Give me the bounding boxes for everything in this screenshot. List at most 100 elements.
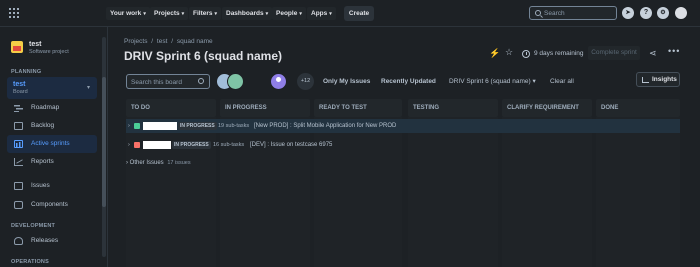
insights-label: Insights (652, 76, 677, 83)
nav-your-work[interactable]: Your work ▾ (106, 7, 150, 20)
bug-type-icon (134, 142, 140, 148)
releases-icon (14, 237, 23, 245)
board-search-input[interactable] (131, 77, 195, 87)
insights-chart-icon (642, 77, 649, 83)
nav-filters-label: Filters (193, 10, 213, 17)
sidebar-item-roadmap[interactable]: Roadmap (7, 99, 97, 117)
swimlane-row[interactable]: › IN PROGRESS 16 sub-tasks [DEV] : Issue… (126, 139, 680, 151)
sprint-select[interactable]: DRIV Sprint 6 (squad name) ▾ (445, 74, 540, 89)
nav-projects[interactable]: Projects ▾ (150, 7, 189, 20)
breadcrumb-project[interactable]: test (157, 38, 167, 45)
search-icon (535, 10, 541, 16)
column-header-done: DONE (596, 99, 680, 117)
breadcrumb-projects[interactable]: Projects (124, 38, 147, 45)
issue-summary: [DEV] : Issue on testcase 6975 (250, 142, 333, 148)
breadcrumb-board[interactable]: squad name (177, 38, 213, 45)
top-navigation: Your work ▾ Projects ▾ Filters ▾ Dashboards… (0, 0, 700, 27)
more-assignees-count[interactable]: +12 (297, 73, 314, 90)
recently-updated-filter[interactable]: Recently Updated (377, 74, 440, 89)
sprint-select-value: DRIV Sprint 6 (squad name) (449, 78, 531, 85)
user-avatar[interactable] (675, 7, 687, 19)
more-options-icon[interactable]: ••• (668, 46, 680, 56)
help-icon[interactable]: ? (640, 7, 652, 19)
assignee-avatar-3[interactable] (270, 73, 287, 90)
sidebar-scrollbar[interactable] (102, 37, 106, 257)
settings-gear-icon[interactable]: ⚙ (657, 7, 669, 19)
global-search[interactable] (529, 6, 617, 20)
chevron-right-icon[interactable]: › (128, 120, 130, 132)
board-selector[interactable]: test Board ▾ (7, 77, 97, 99)
board-subtitle: Board (13, 89, 28, 95)
backlog-icon (14, 122, 23, 130)
other-issues-count: 17 issues (167, 160, 191, 166)
complete-sprint-button[interactable]: Complete sprint (588, 46, 640, 60)
global-search-input[interactable] (544, 8, 614, 18)
chevron-right-icon[interactable]: › (128, 139, 130, 151)
notifications-rocket-icon[interactable]: ➤ (622, 7, 634, 19)
sidebar-item-releases[interactable]: Releases (7, 232, 97, 250)
search-icon (198, 78, 204, 84)
insights-button[interactable]: Insights (636, 72, 680, 87)
nav-apps-label: Apps (311, 10, 328, 17)
sidebar-item-reports[interactable]: Reports (7, 153, 97, 171)
chevron-down-icon: ▾ (299, 11, 302, 17)
star-icon[interactable]: ☆ (505, 47, 513, 58)
share-icon[interactable]: ⋖ (649, 48, 657, 59)
status-badge: IN PROGRESS (172, 141, 211, 149)
board-title: test (13, 81, 26, 88)
development-section-label: DEVELOPMENT (11, 223, 56, 229)
app-switcher-icon[interactable] (9, 8, 19, 18)
board-search[interactable] (126, 74, 210, 89)
column-header-todo: TO DO (126, 99, 216, 117)
clear-all-button[interactable]: Clear all (546, 74, 578, 89)
sidebar: test Software project PLANNING test Boar… (0, 27, 108, 267)
column-header-testing: TESTING (408, 99, 498, 117)
swimlane-row[interactable]: › IN PROGRESS 19 sub-tasks [New PROD] : … (126, 120, 680, 132)
chevron-right-icon: › (126, 160, 128, 166)
sidebar-item-label: Roadmap (31, 104, 60, 111)
roadmap-icon (14, 104, 23, 112)
sidebar-item-active-sprints[interactable]: Active sprints (7, 135, 97, 153)
breadcrumb-separator: / (151, 38, 154, 45)
sidebar-item-issues[interactable]: Issues (7, 177, 97, 195)
redacted-issue-key (143, 141, 171, 149)
chevron-down-icon: ▾ (532, 78, 536, 85)
column-header-clarify-requirement: CLARIFY REQUIREMENT (502, 99, 592, 117)
nav-filters[interactable]: Filters ▾ (189, 7, 222, 20)
redacted-issue-key (143, 122, 177, 130)
chevron-down-icon: ▾ (214, 11, 218, 17)
subtask-count: 19 sub-tasks (218, 123, 250, 129)
sidebar-item-label: Reports (31, 158, 54, 165)
story-type-icon (134, 123, 140, 129)
nav-your-work-label: Your work (110, 10, 142, 17)
other-issues-lane[interactable]: › Other Issues 17 issues (126, 160, 191, 166)
automation-bolt-icon[interactable]: ⚡ (489, 48, 500, 59)
planning-section-label: PLANNING (11, 69, 42, 75)
subtask-count: 16 sub-tasks (213, 142, 245, 148)
sidebar-item-components[interactable]: Components (7, 196, 97, 214)
sidebar-item-label: Issues (31, 182, 50, 189)
nav-apps[interactable]: Apps ▾ (307, 7, 336, 20)
components-icon (14, 201, 23, 209)
assignee-avatar-2[interactable] (227, 73, 244, 90)
sidebar-item-label: Backlog (31, 122, 55, 129)
nav-dashboards-label: Dashboards (226, 10, 264, 17)
sprint-remaining: 9 days remaining (534, 50, 584, 57)
chevron-down-icon: ▾ (86, 85, 90, 91)
only-my-issues-filter[interactable]: Only My Issues (319, 74, 374, 89)
nav-projects-label: Projects (154, 10, 180, 17)
page-title: DRIV Sprint 6 (squad name) (124, 49, 283, 63)
chevron-down-icon: ▾ (181, 11, 185, 17)
nav-people[interactable]: People ▾ (272, 7, 306, 20)
project-name[interactable]: test (29, 41, 41, 48)
sidebar-item-label: Components (31, 201, 68, 208)
issue-summary: [New PROD] : Split Mobile Application fo… (254, 123, 397, 129)
nav-dashboards[interactable]: Dashboards ▾ (222, 7, 273, 20)
sidebar-item-backlog[interactable]: Backlog (7, 117, 97, 135)
board-columns-icon (14, 140, 23, 148)
chevron-down-icon: ▾ (143, 11, 146, 17)
sidebar-item-label: Releases (31, 237, 59, 244)
clock-icon (522, 50, 530, 58)
create-button[interactable]: Create (344, 6, 374, 21)
column-header-ready-to-test: READY TO TEST (314, 99, 402, 117)
